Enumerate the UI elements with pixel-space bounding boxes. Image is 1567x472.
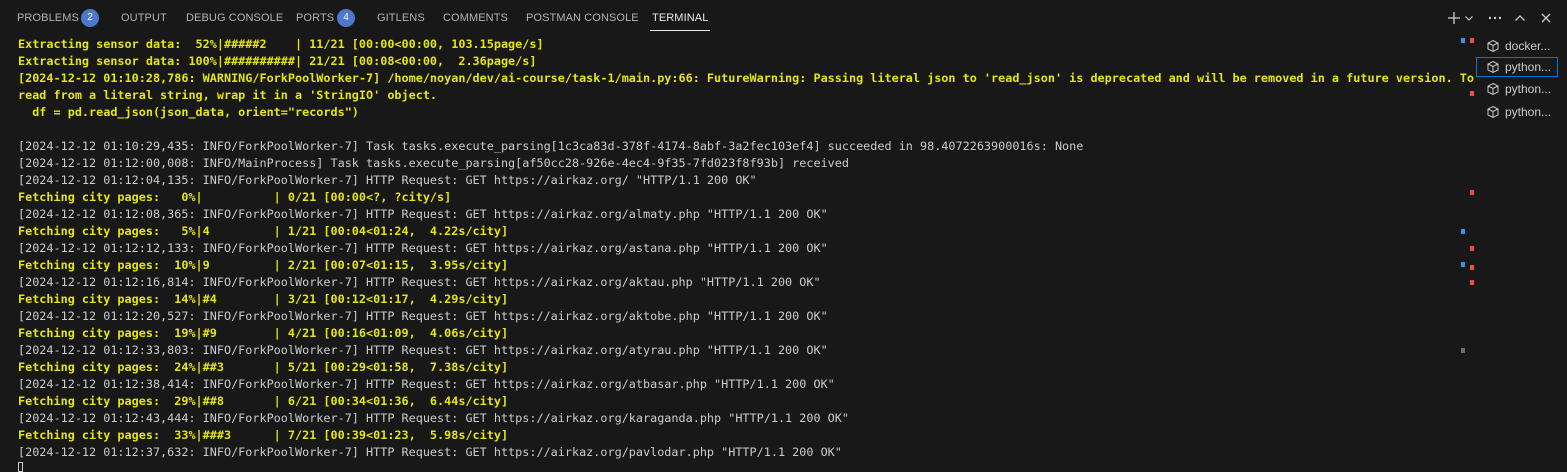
terminal-line: [2024-12-12 01:12:12,133: INFO/ForkPoolW… [18,241,828,255]
terminal-line: [2024-12-12 01:12:16,814: INFO/ForkPoolW… [18,275,821,289]
terminal-line: [2024-12-12 01:12:08,365: INFO/ForkPoolW… [18,207,828,221]
terminal-line: [2024-12-12 01:12:00,008: INFO/MainProce… [18,156,849,170]
terminal-line: Fetching city pages: 14%|#4 | 3/21 [00:1… [18,292,509,306]
terminal-list: docker... python... python... python... [1476,36,1567,469]
terminal-output[interactable]: Extracting sensor data: 52%|#####2 | 11/… [18,36,1474,472]
terminal-line: Extracting sensor data: 52%|#####2 | 11/… [18,37,544,51]
terminal-item-python[interactable]: python... [1476,79,1558,99]
terminal-line: Extracting sensor data: 100%|##########|… [18,54,537,68]
terminal-item-docker[interactable]: docker... [1476,36,1558,56]
terminal-scrollbar[interactable] [1460,36,1474,469]
tab-ports-label: PORTS [296,12,335,24]
tab-gitlens[interactable]: GITLENS [377,0,425,36]
terminal-icon [1487,82,1499,96]
terminal-icon [1487,39,1499,53]
tab-comments[interactable]: COMMENTS [443,0,508,36]
terminal-line: Fetching city pages: 5%|4 | 1/21 [00:04<… [18,224,509,238]
terminal-line: Fetching city pages: 10%|9 | 2/21 [00:07… [18,258,509,272]
overview-marker [1470,265,1474,270]
tab-debug-console[interactable]: DEBUG CONSOLE [186,0,283,36]
tab-terminal[interactable]: TERMINAL [649,0,711,36]
terminal-icon [1487,105,1499,119]
terminal-line: Fetching city pages: 33%|###3 | 7/21 [00… [18,428,509,442]
terminal-item-label: python... [1505,82,1552,96]
terminal-line: [2024-12-12 01:10:29,435: INFO/ForkPoolW… [18,139,1084,153]
terminal-line: [2024-12-12 01:12:20,527: INFO/ForkPoolW… [18,309,828,323]
overview-marker [1470,190,1474,195]
maximize-panel-icon[interactable] [1510,8,1530,28]
more-icon[interactable] [1485,8,1505,28]
tab-postman-console-label: POSTMAN CONSOLE [526,12,639,24]
tab-problems[interactable]: PROBLEMS [17,0,79,36]
overview-marker [1470,280,1474,285]
terminal-line: [2024-12-12 01:12:38,414: INFO/ForkPoolW… [18,377,835,391]
tab-comments-label: COMMENTS [443,12,508,24]
terminal-line: [2024-12-12 01:12:33,803: INFO/ForkPoolW… [18,343,828,357]
overview-marker [1461,262,1465,267]
terminal-line: Fetching city pages: 19%|#9 | 4/21 [00:1… [18,326,509,340]
tab-postman-console[interactable]: POSTMAN CONSOLE [526,0,639,36]
terminal-line: [2024-12-12 01:10:28,786: WARNING/ForkPo… [18,71,1474,85]
overview-marker [1461,348,1465,353]
overview-marker [1470,246,1474,251]
ports-count-badge: 4 [337,9,355,27]
close-icon[interactable] [1536,8,1556,28]
terminal-line: Fetching city pages: 24%|##3 | 5/21 [00:… [18,360,509,374]
tab-debug-console-label: DEBUG CONSOLE [186,12,284,24]
overview-marker [1470,91,1474,96]
tab-output[interactable]: OUTPUT [121,0,167,36]
panel-actions [1440,0,1567,36]
chevron-down-icon[interactable] [1462,8,1476,28]
overview-marker [1470,38,1474,43]
terminal-item-label: python... [1505,105,1552,119]
overview-marker [1461,229,1465,234]
tab-problems-label: PROBLEMS [17,12,79,24]
terminal-item-label: docker... [1505,39,1551,53]
terminal-cursor [18,462,23,472]
tab-output-label: OUTPUT [121,12,167,24]
tab-ports[interactable]: PORTS [296,0,334,36]
terminal-line: Fetching city pages: 0%| | 0/21 [00:00<?… [18,190,452,204]
terminal-item-python[interactable]: python... [1476,102,1558,122]
tab-gitlens-label: GITLENS [377,12,425,24]
plus-icon[interactable] [1444,8,1464,28]
tab-terminal-label: TERMINAL [652,12,709,24]
terminal-line: [2024-12-12 01:12:37,632: INFO/ForkPoolW… [18,445,842,459]
problems-count-badge: 2 [81,9,99,27]
terminal-icon [1487,60,1499,74]
overview-marker [1461,38,1465,43]
terminal-line: df = pd.read_json(json_data, orient="rec… [18,105,359,119]
terminal-item-label: python... [1505,60,1552,74]
panel-tab-bar: PROBLEMS 2 OUTPUT DEBUG CONSOLE PORTS 4 … [0,0,1567,36]
terminal-line: read from a literal string, wrap it in a… [18,88,438,102]
terminal-line: [2024-12-12 01:12:04,135: INFO/ForkPoolW… [18,173,757,187]
terminal-line: Fetching city pages: 29%|##8 | 6/21 [00:… [18,394,509,408]
terminal-item-python[interactable]: python... [1476,57,1558,77]
terminal-line: [2024-12-12 01:12:43,444: INFO/ForkPoolW… [18,411,849,425]
